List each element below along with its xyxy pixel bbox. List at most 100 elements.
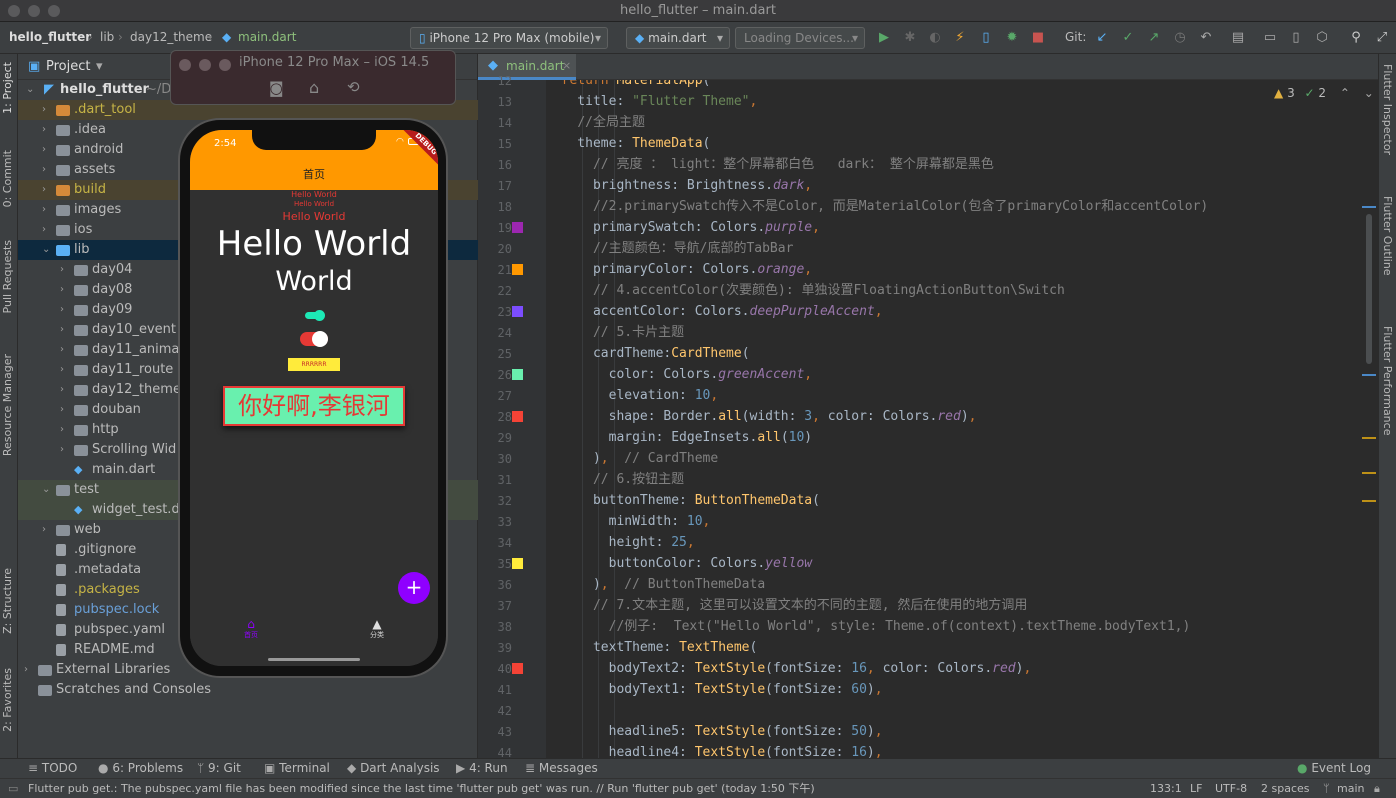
code-line[interactable]: height: 25, — [546, 532, 695, 553]
close-window-button[interactable] — [8, 5, 20, 17]
device-manager-icon[interactable]: ▯ — [1288, 30, 1304, 46]
project-panel-title[interactable]: Project — [46, 54, 90, 80]
code-line[interactable]: theme: ThemeData( — [546, 133, 710, 154]
run-config-selector[interactable]: ◆ main.dart ▾ — [626, 27, 730, 49]
color-swatch-icon[interactable] — [512, 306, 523, 317]
chevron-right-icon[interactable]: › — [42, 220, 52, 240]
tool-flutter-performance[interactable]: Flutter Performance — [1381, 326, 1394, 435]
chevron-right-icon[interactable]: › — [60, 340, 70, 360]
nav-item-home[interactable]: ⌂ 首页 — [236, 618, 266, 640]
chevron-down-icon[interactable]: ⌄ — [42, 480, 52, 500]
code-line[interactable]: ), // ButtonThemeData — [546, 574, 765, 595]
chevron-up-icon[interactable]: ⌃ — [1340, 86, 1350, 100]
event-log-tool[interactable]: ● Event Log — [1297, 761, 1371, 775]
chevron-right-icon[interactable]: › — [60, 280, 70, 300]
code-line[interactable]: elevation: 10, — [546, 385, 719, 406]
code-line[interactable]: shape: Border.all(width: 3, color: Color… — [546, 406, 977, 427]
hot-restart-icon[interactable]: ▯ — [978, 30, 994, 46]
code-line[interactable]: return MaterialApp( — [546, 80, 711, 91]
hot-reload-icon[interactable]: ⚡ — [952, 30, 968, 46]
search-icon[interactable]: ⚲ — [1348, 30, 1364, 46]
color-swatch-icon[interactable] — [512, 411, 523, 422]
todo-tool[interactable]: ≡ TODO — [28, 761, 77, 775]
chevron-right-icon[interactable]: › — [42, 120, 52, 140]
code-line[interactable]: title: "Flutter Theme", — [546, 91, 757, 112]
history-icon[interactable]: ◷ — [1172, 30, 1188, 46]
code-line[interactable]: primaryColor: Colors.orange, — [546, 259, 812, 280]
chevron-right-icon[interactable]: › — [60, 420, 70, 440]
code-line[interactable]: cardTheme:CardTheme( — [546, 343, 750, 364]
code-line[interactable]: headline4: TextStyle(fontSize: 16), — [546, 742, 883, 758]
code-line[interactable]: color: Colors.greenAccent, — [546, 364, 813, 385]
sim-close-button[interactable] — [179, 59, 191, 71]
code-line[interactable]: // 5.卡片主题 — [546, 322, 684, 343]
sim-zoom-button[interactable] — [219, 59, 231, 71]
run-tool[interactable]: ▶ 4: Run — [456, 761, 508, 775]
tool-favorites[interactable]: 2: Favorites — [1, 668, 14, 732]
code-line[interactable]: // 7.文本主题, 这里可以设置文本的不同的主题, 然后在使用的地方调用 — [546, 595, 1027, 616]
chevron-right-icon[interactable]: › — [24, 660, 34, 680]
debug-icon[interactable]: ✱ — [902, 30, 918, 46]
tool-pull-requests[interactable]: Pull Requests — [1, 240, 14, 313]
editor-scrollbar[interactable] — [1366, 214, 1372, 364]
close-tab-icon[interactable]: × — [562, 54, 571, 78]
tree-item[interactable]: Scratches and Consoles — [18, 680, 478, 700]
folder-icon[interactable]: ▤ — [1230, 30, 1246, 46]
tool-flutter-outline[interactable]: Flutter Outline — [1381, 196, 1394, 276]
code-line[interactable]: ), // CardTheme — [546, 448, 718, 469]
code-line[interactable]: bodyText1: TextStyle(fontSize: 60), — [546, 679, 883, 700]
rotate-icon[interactable]: ⟲ — [347, 78, 360, 96]
line-separator[interactable]: LF — [1190, 779, 1202, 798]
chevron-right-icon[interactable]: › — [42, 100, 52, 120]
color-swatch-icon[interactable] — [512, 663, 523, 674]
tool-project[interactable]: 1: Project — [1, 62, 14, 114]
expand-icon[interactable]: ⤢ — [1374, 30, 1390, 46]
status-message[interactable]: Flutter pub get.: The pubspec.yaml file … — [28, 779, 1128, 798]
breadcrumb-file[interactable]: main.dart — [238, 30, 296, 44]
chevron-down-icon[interactable]: ⌄ — [1364, 86, 1374, 100]
fab[interactable]: + — [398, 572, 430, 604]
chevron-right-icon[interactable]: › — [42, 140, 52, 160]
code-line[interactable]: brightness: Brightness.dark, — [546, 175, 812, 196]
minimize-window-button[interactable] — [28, 5, 40, 17]
layout-icon[interactable]: ▭ — [1262, 30, 1278, 46]
loading-devices-selector[interactable]: Loading Devices... ▾ — [735, 27, 865, 49]
code-line[interactable]: //主题颜色：导航/底部的TabBar — [546, 238, 793, 259]
terminal-tool[interactable]: ▣ Terminal — [264, 761, 330, 775]
chevron-right-icon[interactable]: › — [42, 180, 52, 200]
code-line[interactable]: // 亮度 ： light：整个屏幕都白色 dark： 整个屏幕都是黑色 — [546, 154, 994, 175]
code-line[interactable]: headline5: TextStyle(fontSize: 50), — [546, 721, 883, 742]
breadcrumb-folder[interactable]: day12_theme — [130, 30, 212, 44]
sim-minimize-button[interactable] — [199, 59, 211, 71]
code-line[interactable]: // 4.accentColor(次要颜色): 单独设置FloatingActi… — [546, 280, 1065, 301]
stop-icon[interactable]: ■ — [1030, 30, 1046, 46]
color-swatch-icon[interactable] — [512, 222, 523, 233]
zoom-window-button[interactable] — [48, 5, 60, 17]
code-line[interactable]: primarySwatch: Colors.purple, — [546, 217, 820, 238]
code-line[interactable]: // 6.按钮主题 — [546, 469, 684, 490]
switch-large[interactable] — [300, 331, 328, 347]
git-branch[interactable]: main — [1337, 779, 1364, 798]
git-update-icon[interactable]: ↙ — [1094, 30, 1110, 46]
color-swatch-icon[interactable] — [512, 558, 523, 569]
code-line[interactable]: accentColor: Colors.deepPurpleAccent, — [546, 301, 883, 322]
switch-small[interactable] — [305, 310, 325, 321]
coverage-icon[interactable]: ◐ — [927, 30, 943, 46]
screenshot-icon[interactable]: ◙ — [269, 79, 284, 97]
home-icon[interactable]: ⌂ — [309, 78, 319, 97]
dart-analysis-tool[interactable]: ◆ Dart Analysis — [347, 761, 440, 775]
code-line[interactable]: textTheme: TextTheme( — [546, 637, 757, 658]
chevron-right-icon[interactable]: › — [60, 260, 70, 280]
run-icon[interactable]: ▶ — [876, 30, 892, 46]
raised-button[interactable]: RRRRRR — [288, 358, 340, 371]
flutter-attach-icon[interactable]: ✹ — [1004, 30, 1020, 46]
chevron-down-icon[interactable]: ▾ — [96, 54, 103, 80]
chevron-right-icon[interactable]: › — [60, 440, 70, 460]
sdk-manager-icon[interactable]: ⬡ — [1314, 30, 1330, 46]
code-line[interactable]: //全局主题 — [546, 112, 645, 133]
color-swatch-icon[interactable] — [512, 369, 523, 380]
chevron-right-icon[interactable]: › — [60, 300, 70, 320]
breadcrumb-lib[interactable]: lib — [100, 30, 114, 44]
git-tool[interactable]: ᛘ 9: Git — [197, 761, 241, 775]
chevron-right-icon[interactable]: › — [60, 320, 70, 340]
